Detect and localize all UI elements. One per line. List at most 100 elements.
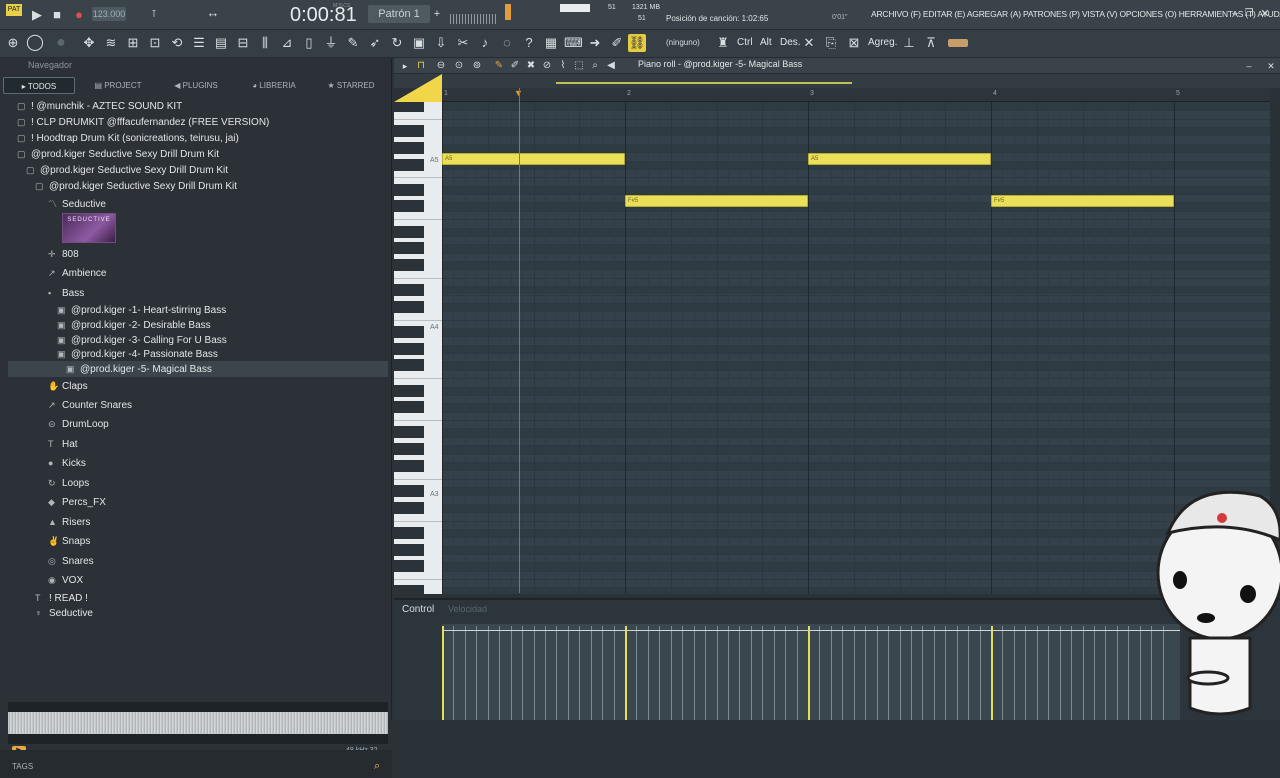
- plus-tool-icon[interactable]: ⊞: [124, 34, 142, 52]
- browser-item[interactable]: ▣ @prod.kiger -1- Heart-stirring Bass: [57, 302, 226, 318]
- note-grid[interactable]: A5 F#5 A5 F#5: [442, 102, 1270, 594]
- velocity-bar[interactable]: [773, 626, 775, 720]
- agreg-key[interactable]: Agreg.: [868, 37, 897, 48]
- black-key[interactable]: [394, 242, 424, 255]
- black-key[interactable]: [394, 426, 424, 439]
- pitch-knob-icon[interactable]: ●: [52, 34, 70, 52]
- snap-knob-icon[interactable]: ◯: [26, 34, 44, 52]
- note-block[interactable]: A5: [808, 153, 991, 165]
- velocity-bar[interactable]: [910, 626, 912, 720]
- velocity-bar[interactable]: [613, 626, 615, 720]
- browser-item[interactable]: ◎ Snares: [48, 553, 94, 569]
- velocity-bar[interactable]: [453, 626, 455, 720]
- tab-plugins[interactable]: ◀ PLUGINS: [160, 77, 232, 94]
- browser-item[interactable]: ♆ Seductive: [35, 605, 93, 621]
- playlist-icon[interactable]: ☰: [190, 34, 208, 52]
- pattern-selector[interactable]: Patrón 1: [368, 5, 430, 23]
- copy-icon[interactable]: ⎘: [822, 34, 840, 52]
- velocity-bar[interactable]: [716, 626, 718, 720]
- browser-item[interactable]: ▢ @prod.kiger Seductive Sexy Drill Drum K…: [26, 162, 228, 178]
- browser-item[interactable]: T ! READ !: [35, 590, 88, 606]
- brush-icon[interactable]: ✎: [344, 34, 362, 52]
- browser-item[interactable]: ↻ Loops: [48, 475, 89, 491]
- velocity-bar[interactable]: [899, 626, 901, 720]
- velocity-bar[interactable]: [476, 626, 478, 720]
- black-key[interactable]: [394, 384, 424, 397]
- velocity-bar[interactable]: [636, 626, 638, 720]
- black-key[interactable]: [394, 225, 424, 238]
- velocity-bar[interactable]: [1036, 626, 1038, 720]
- velocity-bar-active[interactable]: [442, 626, 444, 720]
- scissors-icon[interactable]: ✂: [454, 34, 472, 52]
- velocity-bar[interactable]: [785, 626, 787, 720]
- velocity-bar[interactable]: [1048, 626, 1050, 720]
- render-icon[interactable]: ⇩: [432, 34, 450, 52]
- velocity-bar[interactable]: [693, 626, 695, 720]
- browser-item[interactable]: T Hat: [48, 436, 78, 452]
- browser-item[interactable]: ▣ @prod.kiger -4- Passionate Bass: [57, 346, 218, 362]
- stop-icon[interactable]: ■: [48, 6, 66, 24]
- plug-icon[interactable]: ⏚: [322, 34, 340, 52]
- velocity-bar[interactable]: [682, 626, 684, 720]
- channel-rack-icon[interactable]: ⊟: [234, 34, 252, 52]
- stamp-icon[interactable]: ♜: [714, 34, 732, 52]
- pr-minimize-icon[interactable]: –: [1240, 57, 1258, 75]
- velocity-bar[interactable]: [705, 626, 707, 720]
- velocity-bar[interactable]: [853, 626, 855, 720]
- velocity-bar[interactable]: [762, 626, 764, 720]
- wave-tool-icon[interactable]: ≋: [102, 34, 120, 52]
- browser-item[interactable]: ✛ 808: [48, 246, 79, 262]
- velocity-bar[interactable]: [590, 626, 592, 720]
- velocity-bar[interactable]: [1059, 626, 1061, 720]
- resize-arrows-icon[interactable]: ↔: [204, 4, 222, 22]
- black-key[interactable]: [394, 501, 424, 514]
- control-value[interactable]: Velocidad: [448, 604, 487, 614]
- browser-item[interactable]: ▣ @prod.kiger -2- Desirable Bass: [57, 317, 211, 333]
- volume-slider[interactable]: [505, 4, 511, 20]
- black-key[interactable]: [394, 259, 424, 272]
- pr-tool1-icon[interactable]: ⊖: [432, 57, 450, 75]
- velocity-bar[interactable]: [933, 626, 935, 720]
- browser-item[interactable]: ✌ Snaps: [48, 533, 90, 549]
- tag-tool[interactable]: [948, 39, 968, 47]
- browser-item[interactable]: ● Kicks: [48, 455, 86, 471]
- velocity-bar[interactable]: [659, 626, 661, 720]
- browser-item[interactable]: ▢ @prod.kiger Seductive Sexy Drill Drum K…: [35, 178, 237, 194]
- velocity-bar[interactable]: [1013, 626, 1015, 720]
- black-key[interactable]: [394, 158, 424, 171]
- velocity-bar[interactable]: [579, 626, 581, 720]
- velocity-bar[interactable]: [968, 626, 970, 720]
- play-icon[interactable]: ▶: [28, 6, 46, 24]
- black-key[interactable]: [394, 401, 424, 414]
- browser-item[interactable]: ▣ @prod.kiger -5- Magical Bass: [8, 361, 388, 377]
- browser-item[interactable]: ◉ VOX: [48, 572, 83, 588]
- velocity-bar[interactable]: [602, 626, 604, 720]
- pencil-icon[interactable]: ✐: [608, 34, 626, 52]
- browser-item[interactable]: ▲ Risers: [48, 514, 90, 530]
- browser-item[interactable]: ▢ @prod.kiger Seductive Sexy Drill Drum K…: [17, 146, 219, 162]
- black-key[interactable]: [394, 459, 424, 472]
- note-block[interactable]: A5: [442, 153, 625, 165]
- velocity-bar[interactable]: [670, 626, 672, 720]
- search-icon[interactable]: ⌕: [374, 760, 380, 773]
- velocity-bar[interactable]: [499, 626, 501, 720]
- record-icon[interactable]: ●: [70, 6, 88, 24]
- velocity-bar[interactable]: [750, 626, 752, 720]
- note-block[interactable]: F#5: [625, 195, 808, 207]
- pr-tool3-icon[interactable]: ⊚: [468, 57, 486, 75]
- black-key[interactable]: [394, 102, 424, 112]
- browser-item[interactable]: ▢ ! @munchik - AZTEC SOUND KIT: [17, 98, 182, 114]
- velocity-bar[interactable]: [544, 626, 546, 720]
- timeline-ruler[interactable]: 1 2 3 4 5: [442, 88, 1270, 102]
- add-pattern-icon[interactable]: +: [428, 5, 446, 23]
- arrow-right-icon[interactable]: ➜: [586, 34, 604, 52]
- browser-item[interactable]: ◆ Percs_FX: [48, 494, 106, 510]
- control-label[interactable]: Control: [402, 604, 434, 615]
- black-key[interactable]: [394, 342, 424, 355]
- black-key[interactable]: [394, 200, 424, 213]
- velocity-bar[interactable]: [842, 626, 844, 720]
- metronome-icon[interactable]: ⊺: [145, 6, 163, 24]
- black-key[interactable]: [394, 284, 424, 297]
- velocity-bar[interactable]: [956, 626, 958, 720]
- cart-icon[interactable]: ⊼: [922, 34, 940, 52]
